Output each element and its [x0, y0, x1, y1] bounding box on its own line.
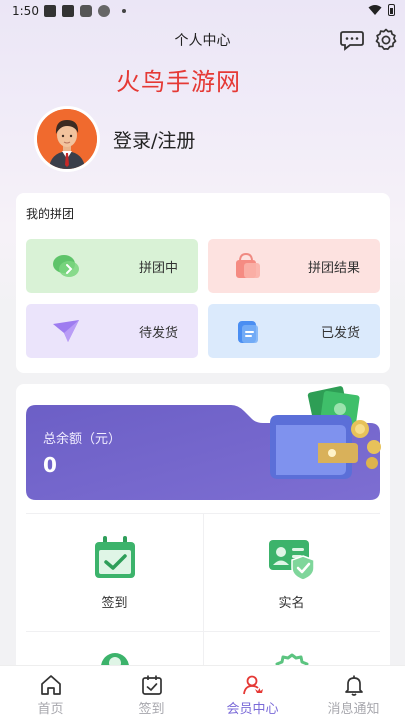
group-buy-title: 我的拼团	[26, 207, 75, 221]
tab-label: 消息通知	[327, 702, 380, 717]
balance-label: 总余额（元）	[43, 432, 122, 447]
battery-icon	[388, 4, 395, 16]
tile-shipped[interactable]: 已发货	[208, 304, 380, 358]
tile-group-result[interactable]: 拼团结果	[208, 239, 380, 293]
paper-plane-icon	[53, 320, 79, 342]
service-label: 实名	[278, 596, 305, 611]
balance-banner[interactable]: 总余额（元） 0	[26, 386, 381, 500]
calendar-check-icon	[94, 536, 135, 578]
tab-label: 会员中心	[226, 702, 279, 717]
login-register-link[interactable]: 登录/注册	[113, 126, 195, 153]
tab-notifications[interactable]: 消息通知	[303, 666, 404, 720]
calendar-check-icon	[141, 675, 162, 695]
bell-icon	[344, 675, 363, 696]
wallet-money-icon	[270, 386, 381, 479]
avatar[interactable]	[34, 106, 100, 172]
top-nav: 个人中心	[0, 22, 405, 56]
tile-label: 待发货	[138, 326, 178, 341]
group-in-progress-icon	[53, 255, 79, 277]
service-real-name[interactable]: 实名	[203, 534, 380, 611]
message-icon[interactable]	[339, 27, 365, 53]
tile-label: 拼团中	[138, 261, 178, 276]
service-check-in[interactable]: 签到	[26, 534, 203, 611]
document-icon	[238, 321, 258, 343]
status-time: 1:50	[12, 4, 39, 18]
status-bar: 1:50	[0, 0, 405, 22]
tile-group-in-progress[interactable]: 拼团中	[26, 239, 198, 293]
home-icon	[40, 675, 61, 695]
tab-home[interactable]: 首页	[0, 666, 101, 720]
shopping-bag-icon	[236, 252, 260, 278]
tab-check-in[interactable]: 签到	[101, 666, 202, 720]
group-buy-card: 我的拼团 拼团中 拼团结果 待发货 已发货	[16, 193, 390, 373]
service-label: 签到	[101, 596, 128, 611]
tile-label: 已发货	[320, 326, 360, 341]
app-notification-icon-2	[80, 5, 92, 17]
tab-label: 签到	[138, 702, 165, 717]
more-notifications-dot	[122, 9, 126, 13]
app-notification-icon	[62, 5, 74, 17]
balance-amount: 0	[43, 453, 57, 477]
tile-label: 拼团结果	[307, 261, 360, 276]
id-card-shield-icon	[268, 540, 315, 581]
bottom-tab-bar: 首页 签到 会员中心 消息通知	[0, 665, 405, 720]
watermark-text: 火鸟手游网	[116, 68, 241, 96]
qr-notification-icon	[44, 5, 56, 17]
avatar-man-illustration	[37, 109, 97, 169]
sync-notification-icon	[98, 5, 110, 17]
grid-divider	[26, 631, 380, 632]
tab-member-center[interactable]: 会员中心	[202, 666, 303, 720]
member-icon	[242, 675, 263, 695]
wifi-icon	[368, 5, 382, 15]
tab-label: 首页	[37, 702, 64, 717]
tile-to-ship[interactable]: 待发货	[26, 304, 198, 358]
settings-gear-icon[interactable]	[373, 27, 399, 53]
